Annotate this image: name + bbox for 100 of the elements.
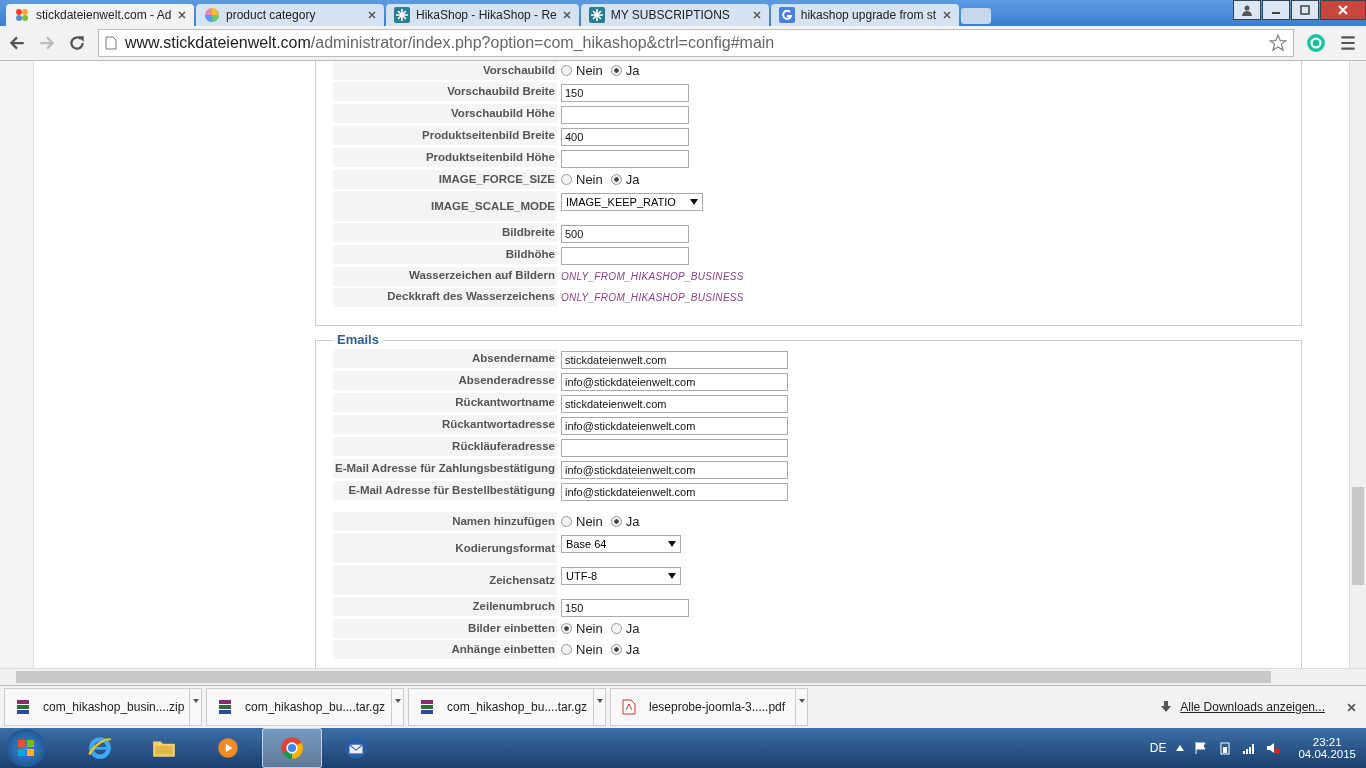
browser-tab[interactable]: hikashop upgrade from st <box>770 4 959 26</box>
field-label: Produktseitenbild Breite <box>333 126 557 145</box>
text-field[interactable]: info@stickdateienwelt.com <box>561 417 788 435</box>
caret-button[interactable] <box>391 689 403 725</box>
field-label: Kodierungsformat <box>333 533 557 563</box>
radio-option[interactable]: Nein <box>561 172 603 187</box>
field-label: Vorschaubild Breite <box>333 82 557 101</box>
radio-option[interactable]: Nein <box>561 514 603 529</box>
browser-tab[interactable]: product category <box>196 4 384 26</box>
close-icon[interactable] <box>752 11 761 19</box>
close-icon[interactable] <box>178 11 186 19</box>
field-label: Anhänge einbetten <box>333 640 557 659</box>
radio-option[interactable]: Ja <box>610 621 640 636</box>
dropdown[interactable]: UTF-8 <box>561 567 681 585</box>
chrome-logo-icon <box>279 735 305 761</box>
text-field[interactable]: stickdateienwelt.com <box>561 351 788 369</box>
radio-option[interactable]: Nein <box>561 63 603 78</box>
radio-option[interactable]: Nein <box>561 621 603 636</box>
pdf-icon <box>621 699 637 715</box>
field-label: Vorschaubild Höhe <box>333 104 557 123</box>
text-field[interactable]: 500 <box>561 225 689 243</box>
field-label: Deckkraft des Wasserzeichens <box>333 288 557 307</box>
back-arrow-icon[interactable] <box>8 34 26 52</box>
vertical-scrollbar[interactable] <box>1349 61 1366 668</box>
caret-icon <box>596 699 603 703</box>
show-hidden-icons-icon[interactable] <box>1176 745 1185 751</box>
caret-icon <box>394 699 401 703</box>
field-label: Produktseitenbild Höhe <box>333 148 557 167</box>
note-text: ONLY_FROM_HIKASHOP_BUSINESS <box>561 291 744 303</box>
signal-icon[interactable] <box>1242 741 1257 755</box>
field-label: Namen hinzufügen <box>333 512 557 531</box>
text-field[interactable] <box>561 150 689 168</box>
browser-tab[interactable]: stickdateienwelt.com - Ad <box>6 4 194 26</box>
field-label: Rückantwortname <box>333 393 557 412</box>
e-logo-icon <box>87 735 113 761</box>
horizontal-scrollbar[interactable] <box>0 668 1366 685</box>
browser-tab[interactable]: HikaShop - HikaShop - Re <box>386 4 579 26</box>
menu-icon[interactable] <box>1338 33 1358 53</box>
play-icon <box>215 735 241 761</box>
field-label: IMAGE_FORCE_SIZE <box>333 170 557 189</box>
clock-date[interactable]: 04.04.2015 <box>1298 748 1356 760</box>
battery-icon[interactable] <box>1218 741 1233 755</box>
caret-icon <box>798 699 805 703</box>
text-field[interactable]: 150 <box>561 599 689 617</box>
maximize-icon[interactable] <box>1291 0 1319 20</box>
text-field[interactable]: info@stickdateienwelt.com <box>561 461 788 479</box>
muted-speaker-icon[interactable] <box>1266 741 1281 755</box>
close-icon[interactable] <box>1347 702 1356 712</box>
show-all-downloads-link[interactable]: Alle Downloads anzeigen... <box>1180 700 1325 714</box>
section-legend: Emails <box>333 332 383 347</box>
close-icon[interactable] <box>1320 0 1366 20</box>
field-label: Absendername <box>333 349 557 368</box>
caret-button[interactable] <box>593 689 605 725</box>
text-field[interactable]: 400 <box>561 128 689 146</box>
url-field[interactable]: www.stickdateienwelt.com/administrator/index.php?option=com_hikashop&ctrl=config#main <box>98 29 1294 57</box>
star-icon[interactable] <box>1269 34 1287 52</box>
text-field[interactable] <box>561 247 689 265</box>
text-field[interactable]: info@stickdateienwelt.com <box>561 483 788 501</box>
language-indicator[interactable]: DE <box>1149 741 1167 755</box>
field-label: Bildbreite <box>333 223 557 242</box>
field-label: Bildhöhe <box>333 245 557 264</box>
user-icon[interactable] <box>1233 0 1261 20</box>
field-label: Zeilenumbruch <box>333 597 557 616</box>
caret-icon <box>689 199 698 205</box>
radio-option[interactable]: Ja <box>610 642 640 657</box>
close-icon[interactable] <box>562 11 571 19</box>
windows-logo-icon <box>16 738 36 758</box>
text-field[interactable]: info@stickdateienwelt.com <box>561 373 788 391</box>
dropdown[interactable]: Base 64 <box>561 535 681 553</box>
page-icon <box>105 36 117 50</box>
text-field[interactable] <box>561 106 689 124</box>
text-field[interactable] <box>561 439 788 457</box>
close-icon[interactable] <box>368 11 376 19</box>
note-text: ONLY_FROM_HIKASHOP_BUSINESS <box>561 270 744 282</box>
browser-tab[interactable]: MY SUBSCRIPTIONS <box>580 4 769 26</box>
field-label: Absenderadresse <box>333 371 557 390</box>
flag-icon[interactable] <box>1194 741 1209 755</box>
text-field[interactable]: stickdateienwelt.com <box>561 395 788 413</box>
caret-button[interactable] <box>189 689 201 725</box>
pinwheel-icon <box>204 7 220 23</box>
reload-icon[interactable] <box>68 34 86 52</box>
radio-option[interactable]: Ja <box>610 63 640 78</box>
radio-option[interactable]: Ja <box>610 514 640 529</box>
field-label: E-Mail Adresse für Zahlungsbestätigung <box>333 459 557 478</box>
google-g-icon <box>778 7 795 23</box>
caret-button[interactable] <box>795 689 807 725</box>
caret-icon <box>668 573 676 579</box>
radio-option[interactable]: Ja <box>610 172 640 187</box>
close-icon[interactable] <box>942 11 951 19</box>
minimize-icon[interactable] <box>1262 0 1290 20</box>
field-label: Wasserzeichen auf Bildern <box>333 267 557 286</box>
archive-icon <box>419 699 435 715</box>
field-label: Rückläuferadresse <box>333 437 557 456</box>
start-button[interactable] <box>6 729 46 767</box>
clock-time[interactable]: 23:21 <box>1312 736 1342 748</box>
text-field[interactable]: 150 <box>561 84 689 102</box>
field-label: Zeichensatz <box>333 565 557 595</box>
radio-option[interactable]: Nein <box>561 642 603 657</box>
archive-icon <box>15 699 31 715</box>
dropdown[interactable]: IMAGE_KEEP_RATIO <box>561 193 703 211</box>
